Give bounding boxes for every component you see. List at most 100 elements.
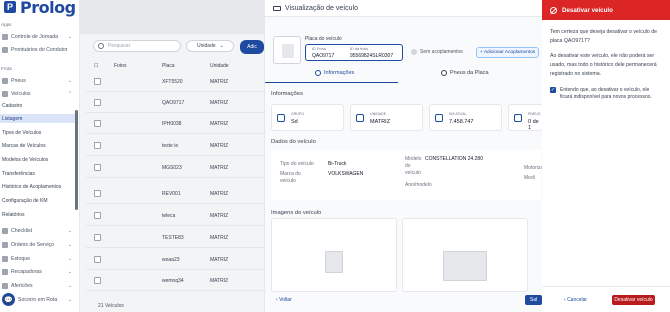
sidebar-sub-listagem[interactable]: Listagem: [0, 114, 76, 123]
row-checkbox[interactable]: [94, 164, 101, 171]
sidebar-sub-cadastro[interactable]: Cadastro: [0, 101, 76, 110]
card-value: 7.458.747: [449, 119, 474, 125]
row-checkbox[interactable]: [94, 99, 101, 106]
sidebar-item-pneus[interactable]: Pneus ⌄: [0, 76, 78, 86]
sidebar-sub-config-km[interactable]: Configuração de KM: [0, 196, 76, 205]
checklist-icon: [2, 228, 8, 234]
row-checkbox[interactable]: [94, 190, 101, 197]
vehicle-image-side[interactable]: [271, 218, 397, 292]
modal-header: Desativar veículo: [542, 0, 670, 20]
modal-explanation: Ao desativar este veículo, ele não poder…: [550, 53, 657, 77]
chevron-down-icon: ⌄: [67, 34, 72, 40]
deactivate-vehicle-button[interactable]: Desativar veículo: [612, 295, 655, 305]
sidebar-sub-modelos[interactable]: Modelos de Veículos: [0, 155, 76, 164]
add-vehicle-button[interactable]: Adic: [240, 40, 264, 54]
sidebar-item-label: Pneus: [11, 78, 26, 84]
truck-icon: [282, 44, 294, 58]
measure-label: Medi: [524, 175, 535, 181]
truck-image: [443, 250, 487, 281]
sidebar-sub-transferencias[interactable]: Transferências: [0, 169, 76, 178]
chat-icon[interactable]: 💬: [2, 293, 15, 306]
table-row[interactable]: woaa23 MATRIZ: [86, 250, 264, 270]
table-row[interactable]: MGS023 MATRIZ: [86, 158, 264, 178]
chevron-down-icon: ⌄: [67, 228, 72, 234]
confirm-checkbox[interactable]: ✓: [550, 87, 556, 93]
sidebar-item-prontuarios[interactable]: Prontuários do Condutor: [0, 45, 78, 55]
sidebar-item-controle-jornada[interactable]: Controle de Jornada ⌄: [0, 32, 78, 42]
chevron-down-icon: ⌄: [67, 242, 72, 248]
table-row[interactable]: IPH0038 MATRIZ: [86, 114, 264, 134]
unit-filter-select[interactable]: Unidade ⌄: [186, 40, 234, 52]
sidebar-item-label: Socorro em Rota: [18, 297, 58, 303]
group-icon: [277, 114, 285, 122]
search-input[interactable]: Pesquisar: [93, 40, 181, 52]
sidebar: P Prolog Apps Controle de Jornada ⌄ Pron…: [0, 0, 80, 312]
sidebar-section-apps: Apps: [1, 22, 12, 27]
document-icon: [2, 47, 8, 53]
truck-icon: [2, 91, 8, 97]
sidebar-scrollbar[interactable]: [75, 110, 78, 210]
gauge-icon: [2, 283, 8, 289]
sidebar-item-checklist[interactable]: Checklist ⌄: [0, 226, 78, 236]
sidebar-item-ordens-servico[interactable]: Ordens de Serviço ⌄: [0, 240, 78, 250]
back-link[interactable]: ‹ Voltar: [276, 297, 292, 303]
tab-pneus[interactable]: Pneus da Placa: [441, 66, 489, 80]
card-label: GRUPO: [291, 112, 305, 116]
row-plate: REV001: [162, 191, 181, 197]
select-all-checkbox[interactable]: ☐: [94, 63, 98, 69]
table-row[interactable]: teleca MATRIZ: [86, 206, 264, 226]
sidebar-sub-marcas[interactable]: Marcas de Veículos: [0, 141, 76, 150]
sidebar-sub-relatorios[interactable]: Relatórios: [0, 210, 76, 219]
column-unit[interactable]: Unidade: [210, 63, 229, 69]
table-row[interactable]: wemoq34 MATRIZ: [86, 271, 264, 291]
table-row[interactable]: QAO9717 MATRIZ: [86, 93, 264, 113]
vehicle-image-front[interactable]: [402, 218, 528, 292]
row-unit: MATRIZ: [210, 165, 229, 171]
modal-question: Tem certeza que deseja desativar o veícu…: [550, 29, 657, 44]
sidebar-item-estoque[interactable]: Estoque ⌄: [0, 254, 78, 264]
card-value: MATRIZ: [370, 119, 391, 125]
column-plate[interactable]: Placa: [162, 63, 175, 69]
confirm-checkbox-label[interactable]: Entendo que, ao desativar o veículo, ele…: [560, 87, 660, 100]
row-plate: TESTE83: [162, 235, 184, 241]
table-row[interactable]: XFT5520 MATRIZ: [86, 72, 264, 92]
row-checkbox[interactable]: [94, 212, 101, 219]
row-checkbox[interactable]: [94, 277, 101, 284]
vehicle-id-box[interactable]: ID Frota QAO9717 ID da frota 95569824SLR…: [305, 44, 403, 61]
table-row[interactable]: TESTE83 MATRIZ: [86, 228, 264, 248]
card-label: UNIDADE: [370, 112, 387, 116]
save-button[interactable]: Sal: [525, 295, 542, 305]
location-icon: [356, 114, 364, 122]
sidebar-item-veiculos[interactable]: Veículos ⌃: [0, 89, 78, 99]
row-checkbox[interactable]: [94, 142, 101, 149]
row-plate: wemoq34: [162, 278, 184, 284]
column-photo[interactable]: Fotos: [114, 63, 127, 69]
sidebar-item-recapadoras[interactable]: Recapadoras ⌄: [0, 267, 78, 277]
sidebar-section-frota: Frota: [1, 66, 12, 71]
cancel-button[interactable]: ‹ Cancelar: [564, 297, 587, 303]
sidebar-sub-historico[interactable]: Histórico de Acoplamentos: [0, 182, 76, 191]
vehicle-thumbnail[interactable]: [273, 36, 301, 64]
row-plate: MGS023: [162, 165, 182, 171]
row-checkbox[interactable]: [94, 120, 101, 127]
chevron-down-icon: ⌄: [67, 256, 72, 262]
row-unit: MATRIZ: [210, 121, 229, 127]
row-checkbox[interactable]: [94, 78, 101, 85]
table-row[interactable]: teste ie MATRIZ: [86, 136, 264, 156]
sidebar-item-afericoes[interactable]: Afericões ⌄: [0, 281, 78, 291]
row-unit: MATRIZ: [210, 278, 229, 284]
logo[interactable]: P Prolog: [4, 0, 76, 17]
row-unit: MATRIZ: [210, 235, 229, 241]
tab-informacoes[interactable]: Informações: [315, 66, 354, 80]
row-unit: MATRIZ: [210, 213, 229, 219]
sidebar-sub-tipos[interactable]: Tipos de Veículos: [0, 128, 76, 137]
row-unit: MATRIZ: [210, 100, 229, 106]
info-section-title: Informações: [271, 91, 303, 97]
sidebar-item-label: Controle de Jornada: [11, 34, 59, 40]
row-checkbox[interactable]: [94, 234, 101, 241]
wrench-icon: [2, 242, 8, 248]
table-row[interactable]: REV001 MATRIZ: [86, 184, 264, 204]
row-checkbox[interactable]: [94, 256, 101, 263]
sidebar-item-label: Recapadoras: [11, 269, 42, 275]
add-attachment-button[interactable]: + Adicionar Acoplamentos: [476, 47, 539, 58]
